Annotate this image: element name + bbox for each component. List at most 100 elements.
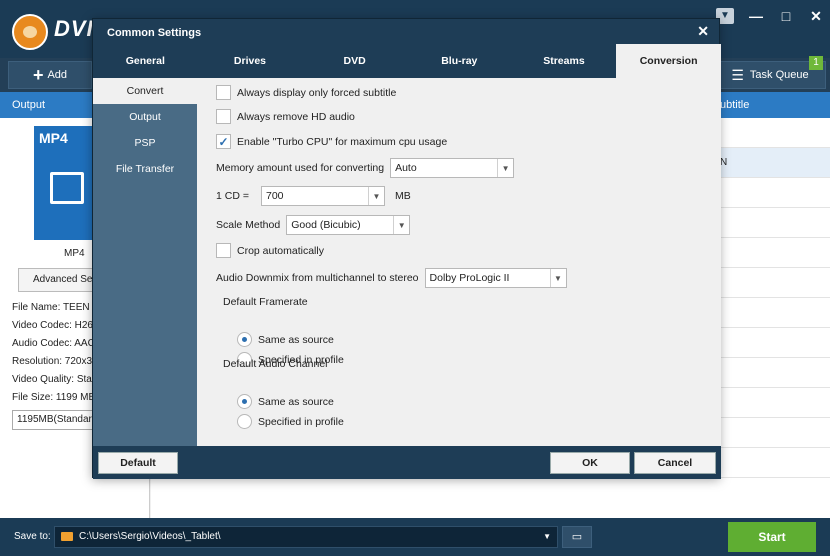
info-file-size: File Size: 1199 MB	[12, 392, 92, 403]
cancel-button[interactable]: Cancel	[634, 452, 716, 474]
crop-auto-label: Crop automatically	[237, 244, 324, 257]
turbo-cpu-option[interactable]: ✓ Enable "Turbo CPU" for maximum cpu usa…	[216, 134, 447, 149]
folder-icon	[61, 532, 73, 541]
cd-size-value: 700	[265, 190, 284, 202]
sidebar-item-file-transfer[interactable]: File Transfer	[93, 156, 197, 182]
scale-method-value: Good (Bicubic)	[291, 219, 361, 231]
minimize-icon[interactable]: —	[748, 8, 764, 25]
maximize-icon[interactable]: □	[778, 8, 794, 25]
remove-hd-audio-option[interactable]: Always remove HD audio	[216, 109, 355, 124]
row-fragment: N	[720, 157, 728, 168]
audio-downmix-row: Audio Downmix from multichannel to stere…	[216, 268, 567, 288]
open-folder-icon: ▭	[571, 531, 583, 543]
mp4-tile-label: MP4	[39, 130, 68, 146]
tab-dvd[interactable]: DVD	[302, 44, 407, 78]
task-count-badge: 1	[809, 56, 823, 70]
audio-downmix-select[interactable]: Dolby ProLogic II ▼	[424, 268, 567, 288]
ok-button[interactable]: OK	[550, 452, 630, 474]
save-to-label: Save to:	[14, 531, 51, 542]
default-button[interactable]: Default	[98, 452, 178, 474]
info-resolution: Resolution: 720x3	[12, 356, 92, 367]
size-select[interactable]: 1195MB(Standar	[12, 410, 102, 430]
list-icon: ☰	[731, 66, 744, 83]
tab-drives[interactable]: Drives	[198, 44, 303, 78]
memory-value: Auto	[395, 162, 417, 174]
audio-channel-same-option[interactable]: Same as source	[237, 394, 334, 409]
framerate-same-radio[interactable]	[237, 332, 252, 347]
info-video-quality: Video Quality: Sta	[12, 374, 92, 385]
crop-auto-checkbox[interactable]	[216, 243, 231, 258]
audio-channel-group-label: Default Audio Channel	[223, 358, 328, 370]
chevron-down-icon[interactable]: ▼	[543, 527, 551, 547]
framerate-same-option[interactable]: Same as source	[237, 332, 334, 347]
audio-channel-same-radio[interactable]	[237, 394, 252, 409]
audio-channel-profile-radio[interactable]	[237, 414, 252, 429]
memory-select[interactable]: Auto ▼	[390, 158, 515, 178]
audio-downmix-value: Dolby ProLogic II	[429, 272, 510, 284]
common-settings-dialog: Common Settings ✕ General Drives DVD Blu…	[92, 18, 721, 479]
audio-channel-same-label: Same as source	[258, 395, 334, 408]
info-video-codec: Video Codec: H26	[12, 320, 92, 331]
chevron-down-icon: ▼	[367, 187, 384, 205]
bottom-bar: Save to: C:\Users\Sergio\Videos\_Tablet\…	[0, 518, 830, 556]
framerate-group-label: Default Framerate	[223, 296, 308, 308]
chevron-down-icon: ▼	[549, 269, 566, 287]
clapperboard-icon	[50, 172, 84, 204]
turbo-cpu-label: Enable "Turbo CPU" for maximum cpu usage	[237, 135, 448, 148]
column-header-subtitle[interactable]: ubtitle	[720, 99, 749, 111]
info-file-name: File Name: TEEN	[12, 302, 90, 313]
cd-size-select[interactable]: 700 ▼	[260, 186, 385, 206]
checkmark-icon: ✓	[218, 134, 229, 149]
tab-conversion[interactable]: Conversion	[616, 44, 721, 78]
audio-downmix-label: Audio Downmix from multichannel to stere…	[216, 272, 419, 284]
mp4-profile-tile[interactable]: MP4	[34, 126, 98, 240]
audio-channel-profile-option[interactable]: Specified in profile	[237, 414, 344, 429]
column-header-output[interactable]: Output	[12, 99, 45, 111]
crop-auto-option[interactable]: Crop automatically	[216, 243, 324, 258]
dialog-footer: Default OK Cancel	[93, 446, 721, 479]
scale-method-row: Scale Method Good (Bicubic) ▼	[216, 215, 411, 235]
memory-label: Memory amount used for converting	[216, 162, 385, 174]
add-button[interactable]: + Add	[8, 61, 92, 89]
dialog-tabs: General Drives DVD Blu-ray Streams Conve…	[93, 44, 721, 78]
remove-hd-audio-label: Always remove HD audio	[237, 110, 355, 123]
sidebar-item-output[interactable]: Output	[93, 104, 197, 130]
radio-selected-dot	[242, 337, 247, 342]
browse-folder-button[interactable]: ▭	[562, 526, 592, 548]
start-button[interactable]: Start	[728, 522, 816, 552]
scale-method-select[interactable]: Good (Bicubic) ▼	[286, 215, 411, 235]
monkey-logo-icon	[12, 14, 48, 50]
radio-selected-dot	[242, 399, 247, 404]
task-queue-label: Task Queue	[749, 69, 809, 81]
forced-subtitle-option[interactable]: Always display only forced subtitle	[216, 85, 396, 100]
cd-size-label: 1 CD =	[216, 190, 249, 202]
memory-row: Memory amount used for converting Auto ▼	[216, 158, 515, 178]
save-path-field[interactable]: C:\Users\Sergio\Videos\_Tablet\ ▼	[54, 526, 558, 548]
dialog-title: Common Settings	[107, 27, 202, 39]
close-icon[interactable]: ✕	[697, 23, 709, 40]
close-window-icon[interactable]: ✕	[808, 8, 824, 25]
sidebar-item-psp[interactable]: PSP	[93, 130, 197, 156]
remove-hd-audio-checkbox[interactable]	[216, 109, 231, 124]
tab-streams[interactable]: Streams	[512, 44, 617, 78]
info-audio-codec: Audio Codec: AAC	[12, 338, 92, 349]
chevron-down-icon: ▼	[497, 159, 513, 177]
audio-channel-profile-label: Specified in profile	[258, 415, 344, 428]
plus-icon: +	[32, 65, 44, 85]
tab-blu-ray[interactable]: Blu-ray	[407, 44, 512, 78]
forced-subtitle-checkbox[interactable]	[216, 85, 231, 100]
save-path-value: C:\Users\Sergio\Videos\_Tablet\	[79, 531, 221, 542]
scale-method-label: Scale Method	[216, 219, 281, 231]
cd-size-row: 1 CD = 700 ▼ MB	[216, 186, 411, 206]
add-button-label: Add	[47, 69, 68, 81]
settings-sidebar: Convert Output PSP File Transfer	[93, 78, 197, 446]
window-controls: ▼ — □ ✕	[716, 8, 824, 25]
convert-settings-panel: Always display only forced subtitle Alwa…	[197, 78, 721, 446]
turbo-cpu-checkbox[interactable]: ✓	[216, 134, 231, 149]
sidebar-item-convert[interactable]: Convert	[93, 78, 197, 104]
cd-size-unit: MB	[394, 190, 411, 202]
tab-general[interactable]: General	[93, 44, 198, 78]
task-queue-button[interactable]: ☰ Task Queue 1	[714, 56, 826, 89]
chevron-down-icon: ▼	[393, 216, 409, 234]
app-name: DVI	[54, 16, 94, 41]
